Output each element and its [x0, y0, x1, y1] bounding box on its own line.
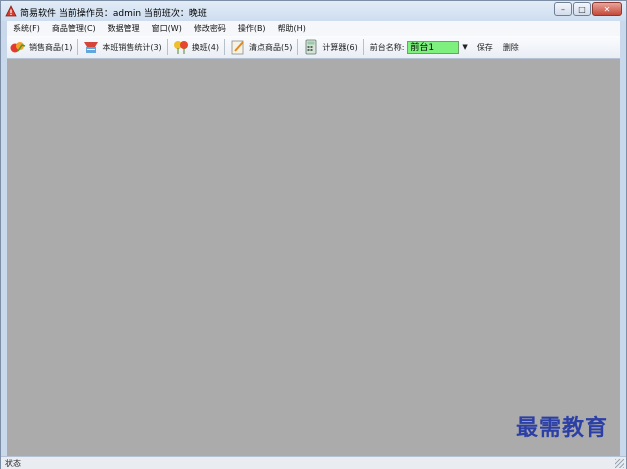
toolbar-separator: [362, 39, 364, 55]
count-goods-icon: [231, 40, 244, 55]
chevron-down-icon[interactable]: ▼: [462, 43, 467, 51]
toolbar-separator: [77, 39, 79, 55]
toolbar-separator: [224, 39, 226, 55]
status-text: 状态: [5, 459, 21, 468]
window-controls: – □ ✕: [553, 2, 622, 16]
watermark: 最需教育: [515, 415, 608, 441]
count-goods-button[interactable]: 清点商品(5): [227, 37, 295, 57]
mdi-client-area: 最需教育: [7, 59, 620, 456]
close-button[interactable]: ✕: [592, 2, 622, 16]
maximize-icon: □: [578, 4, 586, 14]
save-button[interactable]: 保存: [477, 42, 493, 53]
toolbar: 销售商品(1) 本班销售统计(3) 换班(4) 清点商品(5) 计算器(6) 前…: [7, 36, 620, 59]
menu-operation[interactable]: 操作(B): [232, 23, 272, 34]
window-title: 简易软件 当前操作员：admin 当前班次：晚班: [20, 9, 207, 19]
menu-system[interactable]: 系统(F): [7, 23, 46, 34]
shift-change-icon: [173, 41, 188, 54]
shift-change-button[interactable]: 换班(4): [170, 37, 222, 57]
minimize-icon: –: [561, 4, 565, 14]
title-bar[interactable]: 简易软件 当前操作员：admin 当前班次：晚班 – □ ✕: [1, 1, 626, 21]
sell-goods-button[interactable]: 销售商品(1): [7, 37, 75, 57]
menu-goods[interactable]: 商品管理(C): [46, 23, 102, 34]
app-window: 简易软件 当前操作员：admin 当前班次：晚班 – □ ✕ 系统(F) 商品管…: [0, 0, 627, 469]
counter-name-label: 前台名称:: [369, 42, 405, 52]
toolbar-separator: [166, 39, 168, 55]
shift-stats-icon: [84, 42, 99, 53]
shift-change-label: 换班(4): [191, 42, 220, 52]
menu-bar: 系统(F) 商品管理(C) 数据管理 窗口(W) 修改密码 操作(B) 帮助(H…: [7, 21, 620, 36]
delete-button[interactable]: 删除: [503, 42, 519, 53]
status-bar: 状态: [1, 456, 626, 469]
menu-data[interactable]: 数据管理: [102, 23, 146, 34]
toolbar-separator: [297, 39, 299, 55]
menu-help[interactable]: 帮助(H): [272, 23, 312, 34]
calculator-button[interactable]: 计算器(6): [300, 37, 360, 57]
count-goods-label: 清点商品(5): [249, 42, 293, 52]
sell-goods-label: 销售商品(1): [29, 42, 73, 52]
maximize-button[interactable]: □: [573, 2, 591, 16]
calculator-label: 计算器(6): [322, 42, 358, 52]
shift-stats-button[interactable]: 本班销售统计(3): [80, 37, 164, 57]
menu-window[interactable]: 窗口(W): [146, 23, 188, 34]
sell-goods-icon: [10, 42, 26, 53]
menu-password[interactable]: 修改密码: [188, 23, 232, 34]
close-icon: ✕: [603, 4, 611, 14]
calculator-icon: [305, 39, 317, 55]
shift-stats-label: 本班销售统计(3): [102, 42, 162, 52]
resize-grip[interactable]: [615, 459, 624, 468]
minimize-button[interactable]: –: [554, 2, 572, 16]
counter-name-select[interactable]: 前台1: [407, 40, 460, 54]
warning-triangle-icon: [5, 5, 17, 17]
